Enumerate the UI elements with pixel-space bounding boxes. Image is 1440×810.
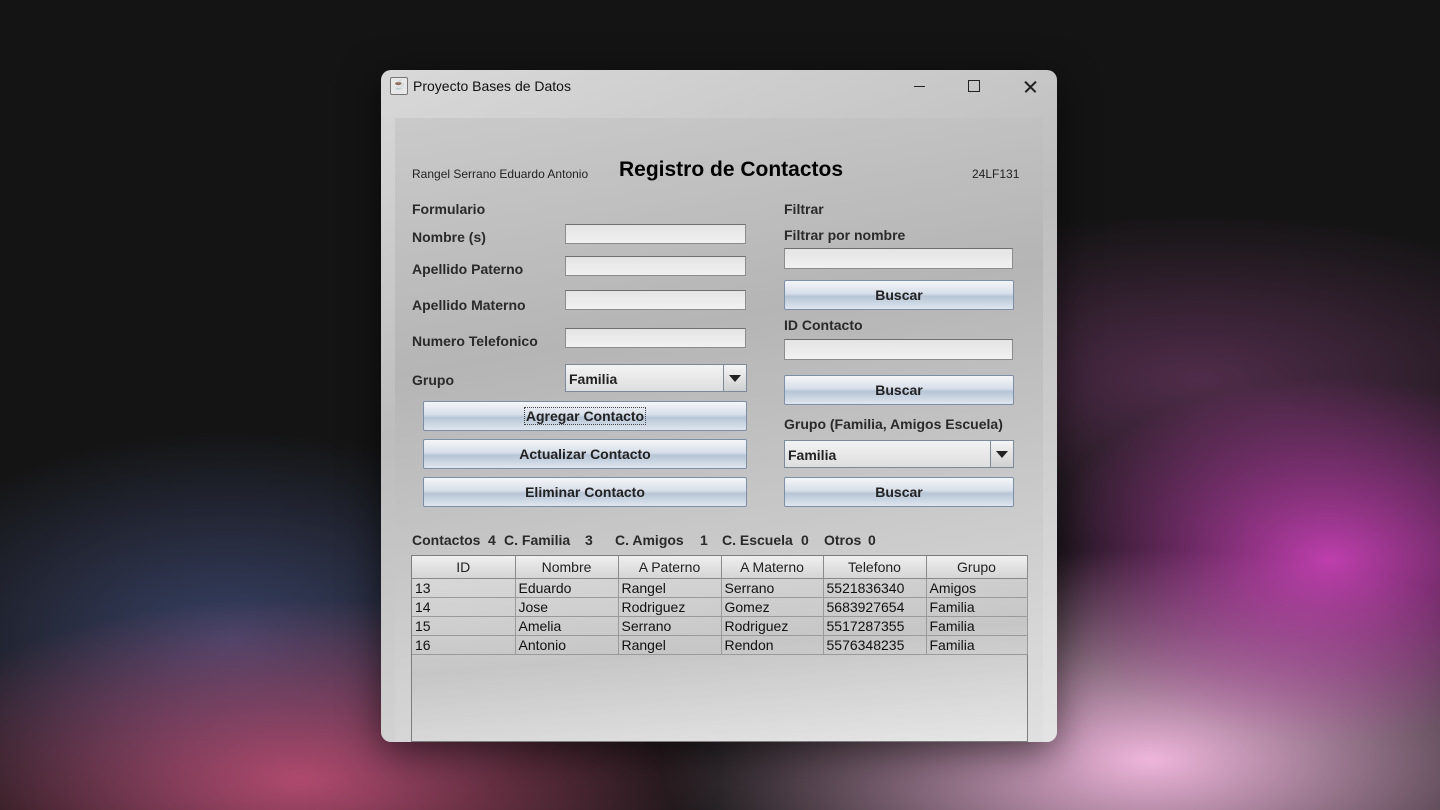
cell-grupo: Amigos [926, 578, 1028, 598]
amigos-count: 1 [700, 532, 708, 548]
cell-a-paterno: Rangel [618, 578, 722, 598]
otros-count: 0 [868, 532, 876, 548]
column-header-id[interactable]: ID [412, 556, 516, 579]
agregar-contacto-button[interactable]: Agregar Contacto [423, 401, 747, 431]
actualizar-contacto-button[interactable]: Actualizar Contacto [423, 439, 747, 469]
numero-telefonico-label: Numero Telefonico [412, 333, 538, 349]
cell-id: 14 [412, 597, 516, 617]
grupo-filter-label: Grupo (Familia, Amigos Escuela) [784, 416, 1003, 432]
cell-nombre: Antonio [515, 635, 619, 655]
cell-a-materno: Serrano [721, 578, 824, 598]
otros-count-label: Otros [824, 532, 862, 548]
column-header-nombre[interactable]: Nombre [515, 556, 619, 579]
table-row[interactable]: 15 Amelia Serrano Rodriguez 5517287355 F… [412, 616, 1028, 636]
minimize-button[interactable] [897, 74, 943, 100]
cell-grupo: Familia [926, 635, 1028, 655]
apellido-materno-label: Apellido Materno [412, 297, 526, 313]
app-window: ☕ Proyecto Bases de Datos Rangel Serrano… [381, 70, 1057, 742]
page-title: Registro de Contactos [619, 158, 844, 181]
id-contacto-field[interactable] [784, 339, 1013, 360]
column-header-a-paterno[interactable]: A Paterno [618, 556, 722, 579]
amigos-count-label: C. Amigos [615, 532, 684, 548]
contactos-count: 4 [488, 532, 496, 548]
cell-a-paterno: Serrano [618, 616, 722, 636]
nombre-field[interactable] [565, 224, 746, 244]
apellido-paterno-label: Apellido Paterno [412, 261, 524, 277]
grupo-select-value: Familia [569, 371, 618, 387]
contacts-table-grid: ID Nombre A Paterno A Materno Telefono G… [412, 556, 1028, 655]
cell-a-materno: Rendon [721, 635, 824, 655]
contactos-count-label: Contactos [412, 532, 481, 548]
cell-a-paterno: Rodriguez [618, 597, 722, 617]
column-header-telefono[interactable]: Telefono [823, 556, 927, 579]
id-contacto-label: ID Contacto [784, 317, 863, 333]
nombre-label: Nombre (s) [412, 229, 486, 245]
numero-telefonico-field[interactable] [565, 328, 746, 348]
buscar-grupo-button[interactable]: Buscar [784, 477, 1014, 507]
agregar-contacto-label: Agregar Contacto [523, 407, 647, 425]
chevron-down-icon[interactable] [723, 365, 746, 391]
buscar-nombre-button[interactable]: Buscar [784, 280, 1014, 310]
familia-count: 3 [585, 532, 593, 548]
student-code-label: 24LF131 [972, 167, 1020, 181]
grupo-select[interactable]: Familia [565, 364, 747, 392]
java-app-icon: ☕ [390, 77, 408, 95]
contacts-table[interactable]: ID Nombre A Paterno A Materno Telefono G… [411, 555, 1028, 742]
cell-grupo: Familia [926, 616, 1028, 636]
cell-telefono: 5517287355 [823, 616, 927, 636]
cell-a-paterno: Rangel [618, 635, 722, 655]
close-button[interactable] [1007, 74, 1053, 100]
escuela-count-label: C. Escuela [722, 532, 793, 548]
table-header-row: ID Nombre A Paterno A Materno Telefono G… [412, 556, 1028, 579]
column-header-a-materno[interactable]: A Materno [721, 556, 824, 579]
table-row[interactable]: 14 Jose Rodriguez Gomez 5683927654 Famil… [412, 597, 1028, 617]
grupo-filter-select[interactable]: Familia [784, 440, 1014, 468]
cell-telefono: 5683927654 [823, 597, 927, 617]
filter-section-label: Filtrar [784, 201, 824, 217]
cell-nombre: Jose [515, 597, 619, 617]
buscar-id-button[interactable]: Buscar [784, 375, 1014, 405]
author-label: Rangel Serrano Eduardo Antonio [412, 167, 589, 181]
apellido-paterno-field[interactable] [565, 256, 746, 276]
table-row[interactable]: 16 Antonio Rangel Rendon 5576348235 Fami… [412, 635, 1028, 655]
cell-grupo: Familia [926, 597, 1028, 617]
title-bar[interactable]: ☕ Proyecto Bases de Datos [381, 70, 1057, 104]
escuela-count: 0 [801, 532, 809, 548]
form-section-label: Formulario [412, 201, 486, 217]
cell-telefono: 5521836340 [823, 578, 927, 598]
column-header-grupo[interactable]: Grupo [926, 556, 1028, 579]
window-title: Proyecto Bases de Datos [413, 78, 571, 94]
familia-count-label: C. Familia [504, 532, 571, 548]
cell-id: 15 [412, 616, 516, 636]
filtrar-nombre-label: Filtrar por nombre [784, 227, 906, 243]
filtrar-nombre-field[interactable] [784, 248, 1013, 269]
cell-a-materno: Gomez [721, 597, 824, 617]
main-panel: Rangel Serrano Eduardo Antonio Registro … [395, 118, 1043, 742]
cell-a-materno: Rodriguez [721, 616, 824, 636]
eliminar-contacto-button[interactable]: Eliminar Contacto [423, 477, 747, 507]
cell-id: 16 [412, 635, 516, 655]
apellido-materno-field[interactable] [565, 290, 746, 310]
cell-nombre: Amelia [515, 616, 619, 636]
maximize-button[interactable] [951, 74, 997, 100]
grupo-filter-select-value: Familia [788, 447, 837, 463]
chevron-down-icon[interactable] [990, 441, 1013, 467]
grupo-label: Grupo [412, 372, 454, 388]
cell-id: 13 [412, 578, 516, 598]
cell-telefono: 5576348235 [823, 635, 927, 655]
table-row[interactable]: 13 Eduardo Rangel Serrano 5521836340 Ami… [412, 578, 1028, 598]
cell-nombre: Eduardo [515, 578, 619, 598]
